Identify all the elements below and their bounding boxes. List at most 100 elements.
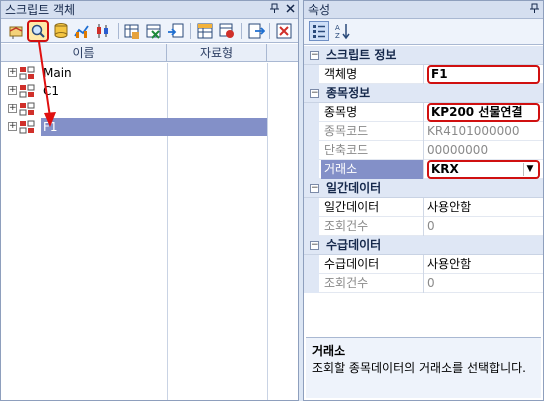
chevron-down-icon[interactable]: ▼ [523, 163, 536, 176]
prop-row-daily-count: 조회건수 0 [304, 217, 543, 236]
toolbar-separator [190, 23, 191, 39]
object-node-icon [19, 119, 37, 135]
collapse-icon[interactable]: − [310, 89, 319, 98]
daily-count-value: 0 [427, 219, 435, 233]
category-label: 수급데이터 [326, 238, 382, 252]
export-icon[interactable] [247, 22, 265, 40]
prop-name: 객체명 [324, 67, 358, 81]
collapse-icon[interactable]: − [310, 184, 319, 193]
short-code-value: 00000000 [427, 143, 489, 157]
candle-icon[interactable] [94, 22, 112, 40]
prop-name: 종목명 [324, 105, 358, 119]
column-header-name[interactable]: 이름 [1, 44, 167, 62]
prop-gutter [304, 217, 319, 236]
prop-gutter [304, 198, 319, 217]
prop-gutter [304, 141, 319, 160]
new-script-icon[interactable] [7, 22, 25, 40]
excel-icon[interactable] [145, 22, 163, 40]
prop-divider [423, 217, 424, 236]
toolbar-separator [269, 23, 270, 39]
category-label: 종목정보 [326, 86, 371, 100]
pin-icon[interactable] [268, 3, 281, 16]
prop-divider [423, 160, 424, 179]
svg-text:A: A [335, 24, 340, 32]
tree-row-unnamed[interactable]: + [1, 100, 298, 118]
prop-row-exchange[interactable]: 거래소 KRX ▼ [304, 160, 543, 179]
prop-gutter [304, 255, 319, 274]
tree-row-c1[interactable]: + C1 [1, 82, 298, 100]
object-node-icon [19, 83, 37, 99]
expand-icon[interactable]: + [8, 122, 17, 131]
description-text: 조회할 종목데이터의 거래소를 선택합니다. [312, 361, 526, 375]
supply-count-value: 0 [427, 276, 435, 290]
collapse-icon[interactable]: − [310, 51, 319, 60]
grid-add-icon[interactable] [123, 22, 141, 40]
tree-row-f1[interactable]: + F1 [1, 118, 298, 136]
symbol-code-value: KR4101000000 [427, 124, 520, 138]
daily-data-value[interactable]: 사용안함 [427, 198, 540, 217]
close-icon[interactable] [284, 3, 297, 16]
category-label: 일간데이터 [326, 181, 382, 195]
prop-row-supply-count: 조회건수 0 [304, 274, 543, 293]
category-script-info[interactable]: − 스크립트 정보 [304, 46, 543, 65]
category-daily-data[interactable]: − 일간데이터 [304, 179, 543, 198]
prop-name: 일간데이터 [324, 200, 380, 214]
supply-data-value[interactable]: 사용안함 [427, 255, 540, 274]
alphabetical-icon[interactable]: AZ [334, 22, 352, 40]
prop-name: 종목코드 [324, 124, 369, 138]
database-icon[interactable] [52, 22, 70, 40]
table-copy-icon[interactable] [218, 22, 236, 40]
properties-toolbar: AZ [304, 19, 543, 45]
prop-gutter [304, 160, 319, 179]
prop-row-short-code: 단축코드 00000000 [304, 141, 543, 160]
prop-row-daily-data[interactable]: 일간데이터 사용안함 [304, 198, 543, 217]
tree-row-main[interactable]: + Main [1, 64, 298, 82]
collapse-icon[interactable]: − [310, 241, 319, 250]
table-edit-icon[interactable] [196, 22, 214, 40]
prop-row-supply-data[interactable]: 수급데이터 사용안함 [304, 255, 543, 274]
chart-icon[interactable] [73, 22, 91, 40]
exchange-select[interactable]: KRX ▼ [427, 160, 540, 179]
tree-item-label: Main [43, 66, 72, 80]
prop-divider [423, 198, 424, 217]
expand-icon[interactable]: + [8, 86, 17, 95]
script-objects-title: 스크립트 객체 [5, 3, 76, 17]
category-symbol-info[interactable]: − 종목정보 [304, 84, 543, 103]
prop-name: 거래소 [321, 160, 423, 179]
script-object-tree: + Main + C1 + + F1 [1, 63, 298, 400]
pin-icon[interactable] [528, 3, 541, 16]
symbol-name-field[interactable]: KP200 선물연결 [427, 103, 540, 122]
search-icon[interactable] [27, 20, 49, 42]
prop-name: 수급데이터 [324, 257, 380, 271]
grid-header: 이름 자료형 [1, 44, 298, 62]
object-name-field[interactable]: F1 [427, 65, 540, 84]
prop-divider [423, 274, 424, 293]
import-icon[interactable] [167, 22, 185, 40]
categorized-icon[interactable] [309, 21, 329, 41]
prop-name: 조회건수 [324, 219, 369, 233]
prop-row-symbol-name[interactable]: 종목명 KP200 선물연결 [304, 103, 543, 122]
toolbar-separator [241, 23, 242, 39]
object-node-icon [19, 65, 37, 81]
prop-gutter [304, 65, 319, 84]
prop-divider [423, 141, 424, 160]
expand-icon[interactable]: + [8, 68, 17, 77]
prop-divider [423, 103, 424, 122]
object-node-icon [19, 101, 37, 117]
script-objects-toolbar [1, 19, 298, 43]
delete-icon[interactable] [275, 22, 293, 40]
prop-divider [423, 65, 424, 84]
prop-gutter [304, 122, 319, 141]
prop-row-symbol-code: 종목코드 KR4101000000 [304, 122, 543, 141]
selection-highlight [41, 118, 267, 136]
prop-gutter [304, 103, 319, 122]
properties-title-bar: 속성 [304, 1, 543, 19]
category-supply-data[interactable]: − 수급데이터 [304, 236, 543, 255]
property-description: 거래소 조회할 종목데이터의 거래소를 선택합니다. [306, 337, 541, 398]
prop-row-object-name[interactable]: 객체명 F1 [304, 65, 543, 84]
properties-title: 속성 [308, 3, 331, 17]
column-header-type[interactable]: 자료형 [167, 44, 267, 62]
expand-icon[interactable]: + [8, 104, 17, 113]
description-title: 거래소 [312, 344, 346, 358]
toolbar-separator [118, 23, 119, 39]
